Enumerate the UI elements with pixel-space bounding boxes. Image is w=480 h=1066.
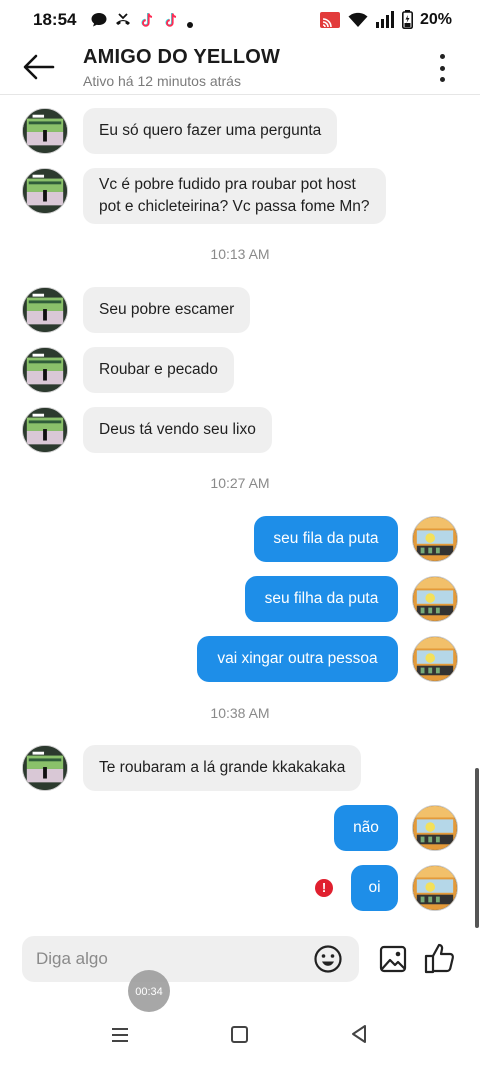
avatar-image bbox=[413, 806, 457, 850]
tiktok-icon bbox=[162, 11, 180, 29]
avatar-image bbox=[413, 866, 457, 910]
chat-header: AMIGO DO YELLOW Ativo há 12 minutos atrá… bbox=[0, 40, 480, 95]
wifi-icon bbox=[348, 11, 368, 28]
scrollbar[interactable] bbox=[475, 768, 479, 928]
dot-icon bbox=[439, 77, 445, 82]
more-options-button[interactable] bbox=[432, 52, 452, 84]
message-bubble-incoming[interactable]: Seu pobre escamer bbox=[83, 287, 251, 333]
my-avatar[interactable] bbox=[412, 865, 458, 911]
my-avatar[interactable] bbox=[412, 805, 458, 851]
like-button[interactable] bbox=[423, 942, 457, 976]
timestamp: 10:27 AM bbox=[210, 475, 270, 491]
triangle-back-icon bbox=[352, 1025, 366, 1043]
thumbs-up-icon bbox=[424, 943, 455, 974]
message-bubble-outgoing[interactable]: seu filha da puta bbox=[245, 576, 398, 622]
battery-percent: 20% bbox=[419, 10, 452, 28]
message-bubble-outgoing[interactable]: vai xingar outra pessoa bbox=[197, 636, 398, 682]
emoji-button[interactable] bbox=[313, 944, 343, 974]
contact-avatar[interactable] bbox=[22, 347, 68, 393]
message-bubble-outgoing[interactable]: não bbox=[334, 805, 398, 851]
message-bubble-outgoing[interactable]: seu fila da puta bbox=[254, 516, 398, 562]
message-bubble-outgoing[interactable]: oi bbox=[351, 865, 398, 911]
avatar-image bbox=[23, 348, 67, 392]
menu-lines-icon bbox=[112, 1028, 128, 1042]
cast-icon bbox=[319, 11, 341, 29]
message-composer bbox=[22, 936, 359, 982]
message-bubble-incoming[interactable]: Vc é pobre fudido pra roubar pot host po… bbox=[83, 168, 386, 224]
message-text: Te roubaram a lá grande kkakakaka bbox=[99, 759, 346, 776]
dot-icon bbox=[439, 65, 445, 71]
send-error-icon[interactable]: ! bbox=[315, 879, 333, 897]
timestamp: 10:38 AM bbox=[210, 705, 270, 721]
message-text: Eu só quero fazer uma pergunta bbox=[99, 122, 322, 139]
my-avatar[interactable] bbox=[412, 516, 458, 562]
message-text: Roubar e pecado bbox=[99, 361, 218, 378]
tiktok-icon bbox=[138, 11, 156, 29]
contact-name[interactable]: AMIGO DO YELLOW bbox=[83, 46, 280, 69]
message-bubble-incoming[interactable]: Te roubaram a lá grande kkakakaka bbox=[83, 745, 362, 791]
contact-avatar[interactable] bbox=[22, 168, 68, 214]
timestamp: 10:13 AM bbox=[210, 246, 270, 262]
contact-status: Ativo há 12 minutos atrás bbox=[83, 73, 241, 89]
contact-avatar[interactable] bbox=[22, 407, 68, 453]
chat-bubble-icon bbox=[90, 11, 108, 29]
notification-icons bbox=[90, 11, 194, 29]
contact-avatar[interactable] bbox=[22, 745, 68, 791]
system-nav-bar bbox=[0, 1000, 480, 1066]
message-text: seu filha da puta bbox=[264, 590, 379, 607]
smiley-icon bbox=[314, 945, 342, 973]
message-bubble-incoming[interactable]: Deus tá vendo seu lixo bbox=[83, 407, 272, 453]
missed-call-icon bbox=[114, 11, 132, 29]
dot-icon bbox=[439, 54, 445, 59]
my-avatar[interactable] bbox=[412, 636, 458, 682]
recent-apps-button[interactable] bbox=[110, 1026, 130, 1044]
battery-icon bbox=[401, 10, 413, 30]
message-text: oi bbox=[368, 879, 381, 896]
my-avatar[interactable] bbox=[412, 576, 458, 622]
signal-icon bbox=[375, 11, 395, 28]
avatar-image bbox=[413, 517, 457, 561]
message-text: Deus tá vendo seu lixo bbox=[99, 421, 256, 438]
gallery-button[interactable] bbox=[378, 944, 408, 974]
arrow-left-icon bbox=[23, 54, 55, 80]
message-text: vai xingar outra pessoa bbox=[217, 650, 378, 667]
avatar-image bbox=[23, 408, 67, 452]
contact-avatar[interactable] bbox=[22, 108, 68, 154]
status-time: 18:54 bbox=[33, 10, 77, 29]
avatar-image bbox=[23, 288, 67, 332]
message-text-line-2: pot e chicleteirina? Vc passa fome Mn? bbox=[99, 198, 370, 215]
dot-icon bbox=[186, 16, 194, 28]
message-bubble-incoming[interactable]: Roubar e pecado bbox=[83, 347, 234, 393]
status-bar: 18:54 20% bbox=[0, 0, 480, 40]
system-back-button[interactable] bbox=[350, 1024, 368, 1044]
message-text: não bbox=[353, 819, 379, 836]
back-button[interactable] bbox=[20, 48, 58, 86]
avatar-image bbox=[23, 109, 67, 153]
avatar-image bbox=[413, 637, 457, 681]
home-button[interactable] bbox=[231, 1026, 248, 1043]
message-text-line-1: Vc é pobre fudido pra roubar pot host bbox=[99, 176, 356, 193]
message-text: Seu pobre escamer bbox=[99, 301, 235, 318]
message-bubble-incoming[interactable]: Eu só quero fazer uma pergunta bbox=[83, 108, 338, 154]
avatar-image bbox=[413, 577, 457, 621]
avatar-image bbox=[23, 746, 67, 790]
contact-avatar[interactable] bbox=[22, 287, 68, 333]
message-text: seu fila da puta bbox=[273, 530, 379, 547]
system-icons: 20% bbox=[319, 10, 452, 30]
image-icon bbox=[379, 945, 407, 973]
avatar-image bbox=[23, 169, 67, 213]
